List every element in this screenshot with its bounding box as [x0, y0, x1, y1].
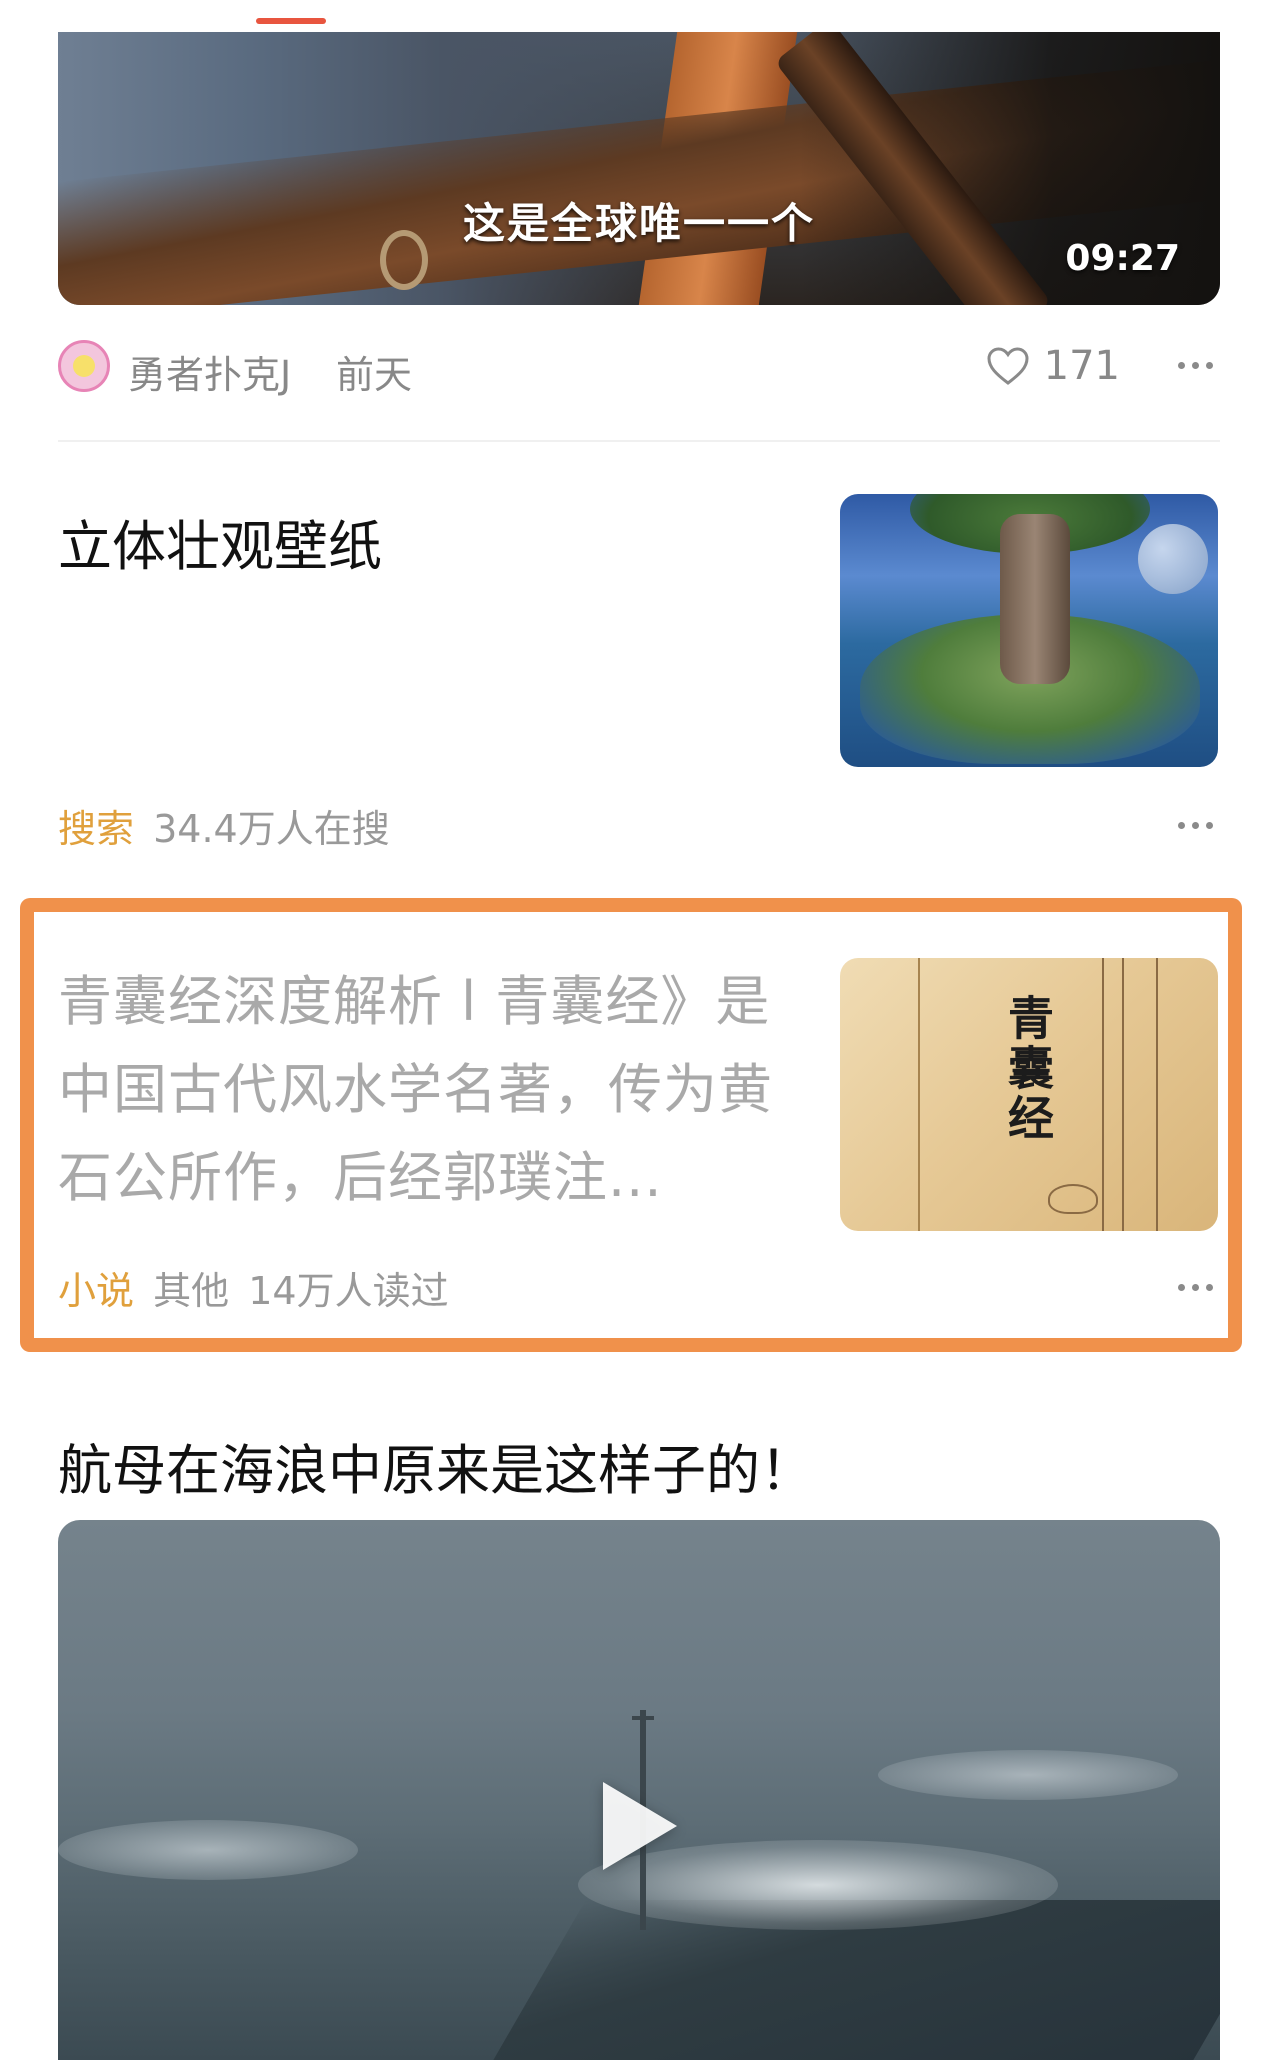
scene-foam [58, 1820, 358, 1880]
novel-tag: 小说 [58, 1269, 135, 1313]
search-tag: 搜索 [58, 807, 135, 851]
scene-foam [878, 1750, 1178, 1800]
card-thumbnail-book-cover[interactable]: 青囊经 [840, 958, 1218, 1231]
cloud-ornament-icon [1048, 1184, 1098, 1214]
thumbnail-planet [1138, 524, 1208, 594]
search-count: 34.4万人在搜 [153, 807, 390, 851]
avatar[interactable] [58, 340, 110, 392]
card-meta-row-search: 搜索 34.4万人在搜 [58, 798, 1220, 854]
cover-spine [1102, 958, 1124, 1231]
video-thumbnail-carrier[interactable] [58, 1520, 1220, 2060]
card-title-carrier[interactable]: 航母在海浪中原来是这样子的！ [58, 1426, 814, 1505]
more-dots-icon [1170, 350, 1220, 380]
post-time: 前天 [336, 353, 413, 397]
cover-title: 青囊经 [1001, 994, 1055, 1144]
video-thumbnail-top[interactable]: 这是全球唯一一个 09:27 [58, 32, 1220, 305]
novel-read-count: 14万人读过 [248, 1269, 449, 1313]
more-dots-icon [1170, 810, 1220, 840]
more-options-button[interactable] [1170, 1272, 1220, 1302]
author-name[interactable]: 勇者扑克J [128, 344, 291, 399]
card-meta-row-novel: 小说 其他 14万人读过 [58, 1260, 1220, 1316]
heart-icon [987, 347, 1029, 385]
divider [58, 440, 1220, 442]
card-title-wallpaper[interactable]: 立体壮观壁纸 [58, 502, 382, 581]
play-icon[interactable] [603, 1782, 677, 1870]
novel-category: 其他 [153, 1269, 230, 1313]
video-caption: 这是全球唯一一个 [462, 199, 815, 248]
scene-mast-bar [632, 1716, 654, 1720]
card-summary-qingnangjing[interactable]: 青囊经深度解析 l 青囊经》是中国古代风水学名著，传为黄石公所作，后经郭璞注..… [58, 958, 818, 1222]
like-count: 171 [1043, 343, 1120, 389]
more-dots-icon [1170, 1272, 1220, 1302]
tab-indicator [256, 18, 326, 24]
cover-spine-line [1156, 958, 1158, 1231]
video-duration: 09:27 [1065, 238, 1180, 279]
more-options-button[interactable] [1170, 810, 1220, 840]
post-meta-row: 勇者扑克J 前天 171 [58, 336, 1220, 399]
thumbnail-tree-trunk [1000, 514, 1070, 684]
like-button[interactable]: 171 [986, 336, 1120, 396]
card-thumbnail-wallpaper[interactable] [840, 494, 1218, 767]
more-options-button[interactable] [1170, 350, 1220, 380]
cover-edge [918, 958, 920, 1231]
